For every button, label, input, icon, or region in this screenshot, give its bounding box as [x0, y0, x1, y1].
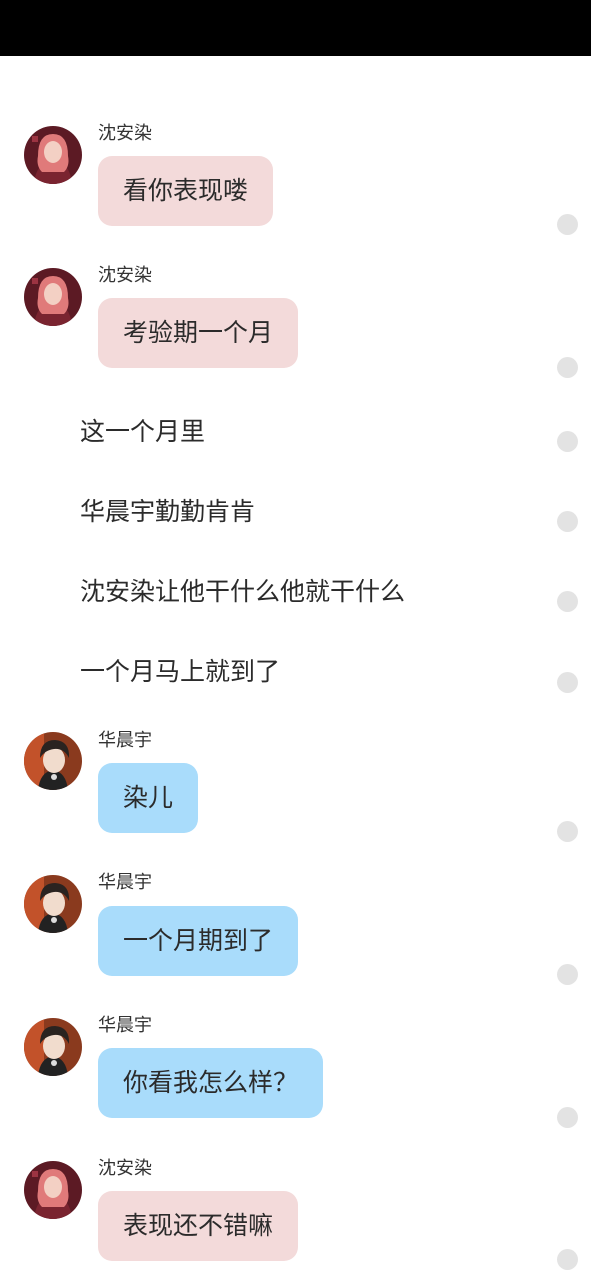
sender-name: 沈安染	[98, 1158, 152, 1179]
avatar-hua-chenyu[interactable]	[24, 875, 82, 933]
avatar-shen-anran[interactable]	[24, 126, 82, 184]
avatar-shen-anran[interactable]	[24, 1161, 82, 1219]
narration-text[interactable]: 沈安染让他干什么他就干什么	[80, 574, 405, 610]
message-status-dot[interactable]	[557, 431, 578, 452]
sender-name: 华晨宇	[98, 1015, 152, 1036]
message-status-dot[interactable]	[557, 1107, 578, 1128]
message-bubble[interactable]: 你看我怎么样？	[98, 1048, 324, 1118]
narration-text[interactable]: 华晨宇勤勤肯肯	[80, 494, 255, 530]
avatar-hua-chenyu[interactable]	[24, 732, 82, 790]
message-bubble[interactable]: 看你表现喽	[98, 156, 274, 226]
sender-name: 华晨宇	[98, 872, 152, 893]
avatar-hua-chenyu[interactable]	[24, 1018, 82, 1076]
message-bubble[interactable]: 一个月期到了	[98, 906, 299, 976]
message-status-dot[interactable]	[557, 357, 578, 378]
message-status-dot[interactable]	[557, 214, 578, 235]
sender-name: 沈安染	[98, 265, 152, 286]
avatar-shen-anran[interactable]	[24, 268, 82, 326]
message-bubble[interactable]: 染儿	[98, 763, 199, 833]
message-bubble[interactable]: 考验期一个月	[98, 298, 299, 368]
message-status-dot[interactable]	[557, 672, 578, 693]
narration-text[interactable]: 这一个月里	[80, 414, 205, 450]
narration-text[interactable]: 一个月马上就到了	[80, 654, 280, 690]
message-bubble[interactable]: 表现还不错嘛	[98, 1191, 299, 1261]
message-status-dot[interactable]	[557, 1249, 578, 1270]
message-status-dot[interactable]	[557, 591, 578, 612]
message-status-dot[interactable]	[557, 964, 578, 985]
message-status-dot[interactable]	[557, 821, 578, 842]
status-bar	[0, 0, 591, 56]
message-status-dot[interactable]	[557, 511, 578, 532]
sender-name: 华晨宇	[98, 730, 152, 751]
sender-name: 沈安染	[98, 123, 152, 144]
